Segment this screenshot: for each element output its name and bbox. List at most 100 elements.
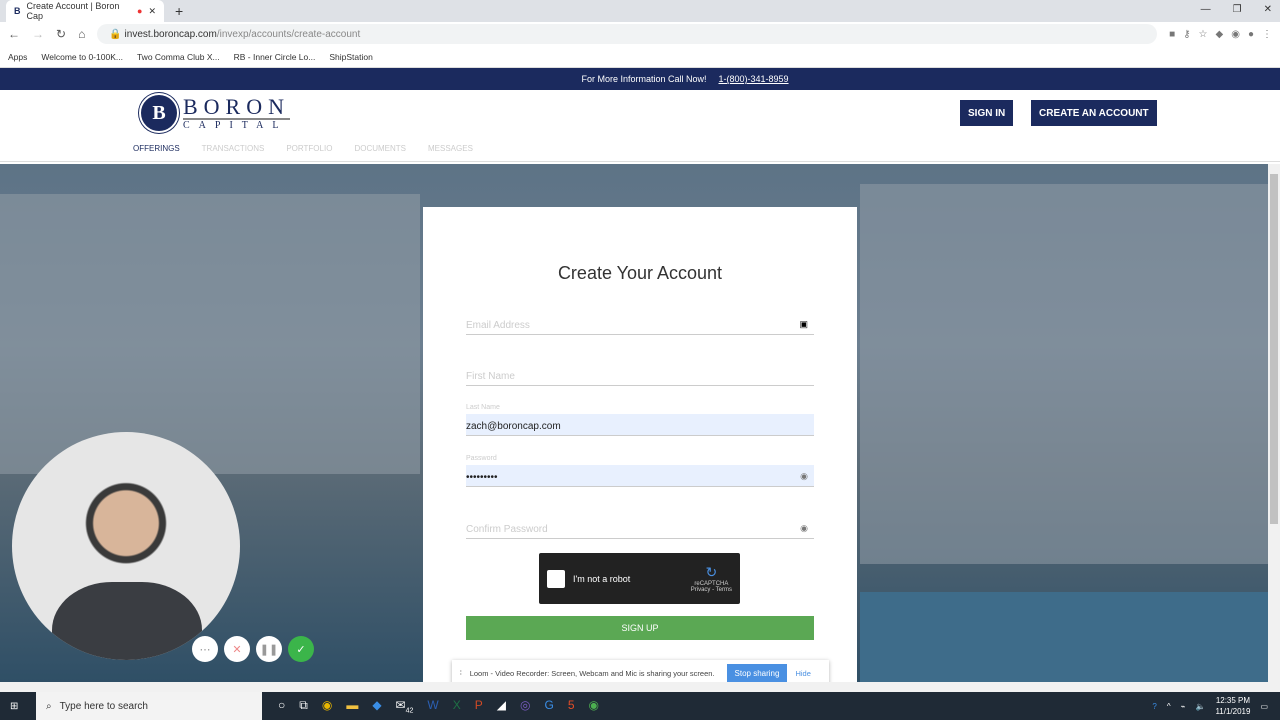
extensions: ■ ⚷ ☆ ◆ ◉ ● ⋮ — [1169, 29, 1272, 40]
excel-icon[interactable]: X — [453, 698, 461, 714]
menu-icon[interactable]: ⋮ — [1262, 29, 1272, 40]
dropbox-icon[interactable]: ◆ — [372, 698, 381, 714]
bookmark-apps[interactable]: Apps — [8, 52, 27, 62]
bookmark[interactable]: Welcome to 0-100K... — [41, 52, 123, 62]
mail-icon[interactable]: ✉42 — [396, 698, 414, 714]
recaptcha-links[interactable]: Privacy - Terms — [691, 587, 732, 593]
show-password-icon[interactable]: ◉ — [800, 523, 808, 534]
new-tab-button[interactable]: + — [175, 3, 183, 19]
network-icon[interactable]: ⌁ — [1181, 702, 1186, 711]
main-nav: OFFERINGS TRANSACTIONS PORTFOLIO DOCUMEN… — [133, 144, 473, 153]
mail-badge: 42 — [405, 707, 414, 715]
email-field[interactable]: Email Address ▣ — [466, 313, 814, 335]
last-name-value: zach@boroncap.com — [466, 421, 561, 432]
star-icon[interactable]: ☆ — [1199, 29, 1208, 40]
html5-icon[interactable]: 5 — [568, 698, 575, 714]
system-tray: ? ^ ⌁ 🔈 12:35 PM 11/1/2019 ▭ — [1152, 695, 1280, 717]
minimize-button[interactable]: — — [1201, 4, 1211, 15]
hide-button[interactable]: Hide — [795, 669, 810, 678]
bookmark[interactable]: Two Comma Club X... — [137, 52, 220, 62]
viber-icon[interactable]: ◎ — [520, 698, 530, 714]
password-label: Password — [466, 455, 497, 462]
app-icon[interactable]: ◢ — [497, 698, 506, 714]
horizontal-scrollbar[interactable] — [0, 682, 1280, 692]
loom-message: Loom - Video Recorder: Screen, Webcam an… — [469, 668, 715, 678]
recording-icon: ● — [137, 6, 143, 16]
tab-strip: B Create Account | Boron Cap ● ✕ + — ❐ ✕ — [0, 0, 1280, 22]
taskbar-apps: ○ ⧉ ◉ ▬ ◆ ✉42 W X P ◢ ◎ G 5 ◉ — [278, 698, 599, 714]
url-bar[interactable]: 🔒 invest.boroncap.com/invexp/accounts/cr… — [97, 24, 1158, 44]
chrome-icon[interactable]: ◉ — [589, 698, 599, 714]
logo-seal: B — [139, 93, 179, 133]
forward-icon[interactable]: → — [32, 27, 44, 41]
logo[interactable]: B BORON CAPITAL — [139, 93, 291, 133]
phone-link[interactable]: 1-(800)-341-8959 — [719, 74, 789, 84]
confirm-password-placeholder: Confirm Password — [466, 524, 548, 535]
nav-offerings[interactable]: OFFERINGS — [133, 144, 180, 153]
notifications-icon[interactable]: ▭ — [1260, 702, 1268, 711]
profile-avatar[interactable]: ● — [1248, 29, 1254, 40]
cancel-recording-icon[interactable]: ✕ — [224, 636, 250, 662]
webcam-bubble[interactable] — [12, 432, 240, 660]
form-title: Create Your Account — [557, 263, 723, 283]
nav-documents[interactable]: DOCUMENTS — [354, 144, 406, 153]
extension-icon[interactable]: ◆ — [1216, 29, 1224, 40]
show-password-icon[interactable]: ◉ — [800, 471, 808, 482]
file-explorer-icon[interactable]: ▬ — [346, 698, 358, 714]
home-icon[interactable]: ⌂ — [78, 27, 85, 41]
extension-icon[interactable]: ◉ — [1231, 29, 1240, 40]
more-icon[interactable]: ⋯ — [192, 636, 218, 662]
recaptcha: I'm not a robot ↻ reCAPTCHA Privacy - Terms — [539, 553, 740, 604]
nav-transactions[interactable]: TRANSACTIONS — [202, 144, 265, 153]
bookmark[interactable]: RB - Inner Circle Lo... — [234, 52, 316, 62]
finish-recording-icon[interactable]: ✓ — [288, 636, 314, 662]
sign-in-button[interactable]: SIGN IN — [960, 100, 1014, 126]
recaptcha-label: I'm not a robot — [573, 573, 631, 584]
nav-portfolio[interactable]: PORTFOLIO — [286, 144, 332, 153]
drag-handle[interactable]: ⦙ — [460, 668, 462, 678]
logo-sub: CAPITAL — [183, 119, 288, 131]
chevron-up-icon[interactable]: ^ — [1167, 702, 1171, 711]
maximize-button[interactable]: ❐ — [1233, 4, 1242, 15]
chrome-icon[interactable]: ◉ — [322, 698, 332, 714]
nav-messages[interactable]: MESSAGES — [428, 144, 473, 153]
last-name-field[interactable]: zach@boroncap.com — [466, 414, 814, 436]
password-field[interactable]: ••••••••• ◉ — [466, 465, 814, 487]
volume-icon[interactable]: 🔈 — [1195, 702, 1205, 711]
last-name-label: Last Name — [466, 404, 500, 411]
browser-tab[interactable]: B Create Account | Boron Cap ● ✕ — [6, 0, 164, 22]
autofill-icon[interactable]: ▣ — [799, 319, 808, 330]
help-icon[interactable]: ? — [1152, 702, 1156, 711]
clock[interactable]: 12:35 PM 11/1/2019 — [1215, 695, 1250, 717]
vertical-scrollbar[interactable] — [1268, 164, 1280, 682]
back-icon[interactable]: ← — [8, 27, 20, 41]
taskbar-search[interactable]: ⌕ Type here to search — [36, 692, 262, 720]
task-view-icon[interactable]: ⧉ — [299, 698, 308, 714]
bookmark[interactable]: ShipStation — [329, 52, 372, 62]
stop-sharing-button[interactable]: Stop sharing — [726, 663, 788, 683]
pause-icon[interactable]: ❚❚ — [256, 636, 282, 662]
taskbar: ⊞ ⌕ Type here to search ○ ⧉ ◉ ▬ ◆ ✉42 W X P ◢ ◎ G 5 ◉ … — [0, 692, 1280, 720]
signup-card: Create Your Account Email Address ▣ First… — [423, 207, 857, 682]
first-name-field[interactable]: First Name — [466, 364, 814, 386]
windows-start-icon[interactable]: ⊞ — [10, 701, 18, 712]
close-tab-icon[interactable]: ✕ — [148, 6, 156, 17]
key-icon[interactable]: ⚷ — [1183, 29, 1190, 40]
word-icon[interactable]: W — [427, 698, 438, 714]
close-window-button[interactable]: ✕ — [1264, 4, 1272, 15]
camera-icon[interactable]: ■ — [1169, 29, 1175, 40]
logo-name: BORON — [183, 93, 291, 120]
sign-up-button[interactable]: SIGN UP — [466, 616, 814, 640]
cortana-icon[interactable]: ○ — [278, 698, 285, 714]
search-placeholder: Type here to search — [59, 700, 148, 712]
confirm-password-field[interactable]: Confirm Password ◉ — [466, 517, 814, 539]
recaptcha-checkbox[interactable] — [547, 569, 565, 588]
site-header: B BORON CAPITAL OFFERINGS TRANSACTIONS POR… — [0, 90, 1280, 162]
address-bar-row: ← → ↻ ⌂ 🔒 invest.boroncap.com/invexp/accoun… — [0, 22, 1280, 46]
date: 11/1/2019 — [1215, 707, 1251, 716]
powerpoint-icon[interactable]: P — [475, 698, 483, 714]
create-account-button[interactable]: CREATE AN ACCOUNT — [1031, 100, 1157, 126]
reload-icon[interactable]: ↻ — [56, 27, 66, 41]
app-icon[interactable]: G — [544, 698, 553, 714]
favicon-icon: B — [14, 6, 21, 16]
